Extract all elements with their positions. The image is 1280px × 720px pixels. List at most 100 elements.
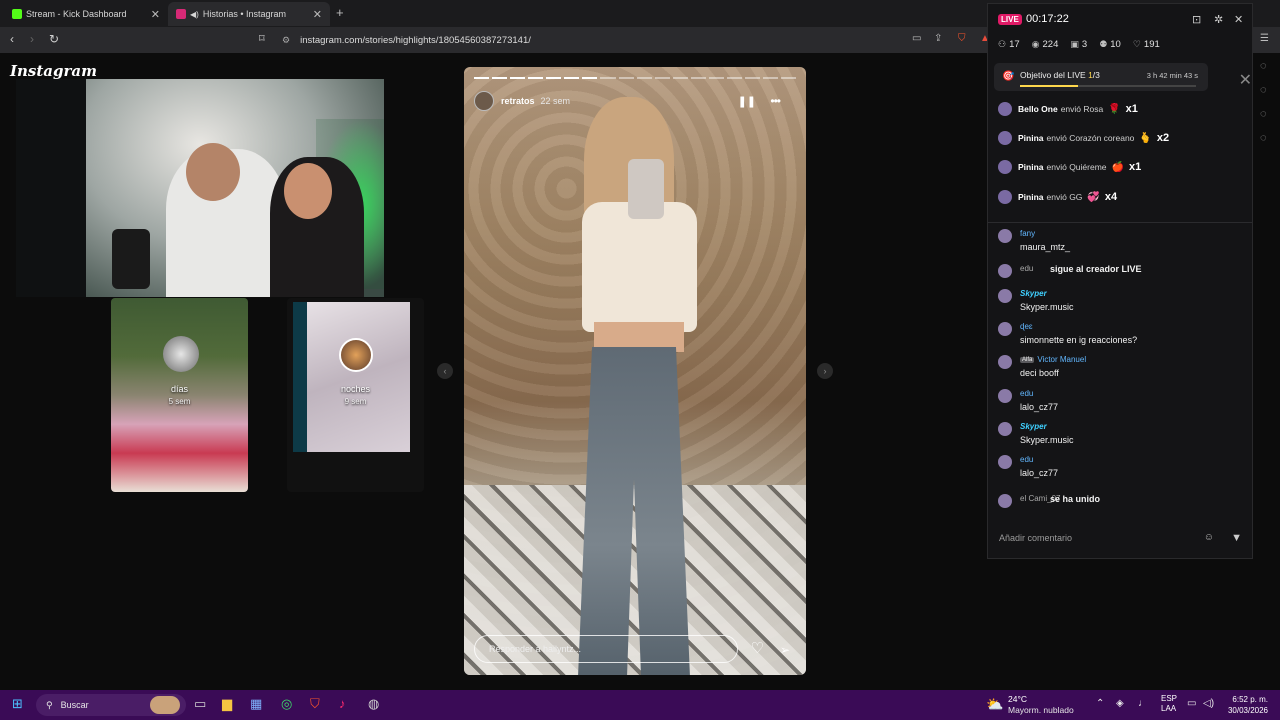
tiktok-icon[interactable]: ♪ bbox=[339, 696, 346, 711]
instagram-logo[interactable]: Instagram bbox=[10, 62, 97, 80]
chat-text: Skyper.music bbox=[1020, 435, 1074, 445]
close-story-icon[interactable]: ✕ bbox=[1239, 70, 1252, 90]
forward-icon[interactable]: › bbox=[30, 32, 34, 46]
kick-live-panel: LIVE 00:17:22 ⊡ ✲ ✕ ⚇ 17 ◉ 224 ▣ 3 ⚉ 10 ♡ 191… bbox=[987, 3, 1253, 559]
new-tab-icon[interactable]: + bbox=[336, 5, 344, 20]
language-indicator[interactable]: ESP LAA bbox=[1161, 694, 1177, 714]
microphone bbox=[112, 229, 150, 289]
highlight-dias[interactable]: días 5 sem bbox=[111, 298, 248, 492]
chat-username[interactable]: Skyper bbox=[1020, 289, 1047, 298]
chat-username[interactable]: edu bbox=[1020, 455, 1033, 464]
story-avatar[interactable] bbox=[474, 91, 494, 111]
pause-icon[interactable]: ❚❚ bbox=[738, 95, 756, 108]
microphone-icon[interactable]: ♩ bbox=[1138, 698, 1148, 709]
send-icon[interactable]: ➢ bbox=[780, 643, 790, 657]
like-heart-icon[interactable]: ♡ bbox=[751, 639, 764, 657]
windows-start-icon[interactable]: ⊞ bbox=[12, 696, 23, 712]
reply-input[interactable]: Responder a hailyntz... bbox=[474, 635, 738, 663]
emoji-icon[interactable]: ☺ bbox=[1204, 532, 1214, 543]
live-goal[interactable]: 🎯 Objetivo del LIVE 1/3 3 h 42 min 43 s bbox=[994, 63, 1208, 91]
chat-message: edu sigue al creador LIVE bbox=[998, 264, 1238, 278]
share-icon[interactable]: ⇪ bbox=[934, 33, 942, 44]
chat-username[interactable]: Skyper bbox=[1020, 422, 1047, 431]
avatar bbox=[998, 389, 1012, 403]
chat-username[interactable]: edu bbox=[1020, 264, 1033, 273]
chat-text: deci booff bbox=[1020, 368, 1059, 378]
reload-icon[interactable]: ↻ bbox=[49, 32, 59, 46]
taskbar-search[interactable]: ⚲ Buscar bbox=[36, 694, 186, 716]
goal-label: Objetivo del LIVE 1/3 bbox=[1020, 70, 1100, 80]
store-icon[interactable]: ▦ bbox=[250, 696, 262, 712]
task-view-icon[interactable]: ▭ bbox=[194, 696, 206, 712]
progress-segment bbox=[636, 77, 652, 79]
sidebar-icon-3[interactable]: ◌ bbox=[1260, 108, 1267, 120]
instagram-favicon-icon bbox=[176, 9, 186, 19]
close-panel-icon[interactable]: ✕ bbox=[1234, 13, 1243, 26]
gift-action: envió Rosa bbox=[1060, 104, 1104, 114]
next-story-button[interactable]: › bbox=[817, 363, 833, 379]
chat-message: edu lalo_cz77 bbox=[998, 389, 1238, 415]
file-explorer-icon[interactable]: ▆ bbox=[222, 696, 232, 712]
chat-text: lalo_cz77 bbox=[1020, 468, 1059, 478]
sidebar-icon-1[interactable]: ◌ bbox=[1260, 60, 1267, 72]
goal-progress-bar bbox=[1020, 85, 1196, 87]
app-icon[interactable]: ◍ bbox=[368, 696, 379, 712]
previous-story-button[interactable]: ‹ bbox=[437, 363, 453, 379]
progress-segment bbox=[618, 77, 634, 79]
sidebar-icon-2[interactable]: ◌ bbox=[1260, 84, 1267, 96]
chat-username[interactable]: Alfa Victor Manuel bbox=[1020, 355, 1086, 364]
whatsapp-icon[interactable]: ◎ bbox=[281, 696, 292, 712]
chat-username[interactable]: edu bbox=[1020, 389, 1033, 398]
chat-username[interactable]: ɖeɛ bbox=[1020, 322, 1033, 331]
close-tab-icon[interactable]: ✕ bbox=[313, 8, 322, 21]
story-username[interactable]: retratos bbox=[501, 96, 535, 106]
filter-icon[interactable]: ▼ bbox=[1231, 532, 1242, 544]
gift-user: Bello One bbox=[1018, 104, 1058, 114]
network-icon[interactable]: ▭ bbox=[1187, 698, 1196, 709]
bookmark-icon[interactable]: ⌑ bbox=[259, 32, 265, 45]
gift-action: envió GG bbox=[1046, 192, 1083, 202]
story-viewer[interactable]: retratos 22 sem ❚❚ ••• Responder a haily… bbox=[464, 67, 806, 675]
gift-item: Bello One envió Rosa 🌹 x1 bbox=[998, 100, 1138, 118]
address-bar[interactable]: ⚙ instagram.com/stories/highlights/18054… bbox=[282, 30, 972, 50]
sidebar-icon-4[interactable]: ◌ bbox=[1260, 132, 1267, 144]
progress-segment bbox=[726, 77, 742, 79]
settings-icon[interactable]: ✲ bbox=[1214, 13, 1223, 26]
tray-app-icon[interactable]: ◈ bbox=[1116, 698, 1124, 709]
tray-chevron-icon[interactable]: ⌃ bbox=[1096, 698, 1104, 709]
more-options-icon[interactable]: ••• bbox=[770, 94, 781, 108]
tab-kick-dashboard[interactable]: Stream - Kick Dashboard ✕ bbox=[4, 2, 168, 26]
volume-icon[interactable]: ◁) bbox=[1203, 698, 1214, 709]
speaker-icon[interactable]: ◀) bbox=[190, 10, 199, 19]
gift-count: x4 bbox=[1104, 191, 1118, 203]
gift-icon: 🫰 bbox=[1139, 132, 1152, 144]
menu-icon[interactable]: ☰ bbox=[1260, 33, 1269, 44]
chat-username[interactable]: fany bbox=[1020, 229, 1035, 238]
highlight-noches[interactable]: noches 9 sem bbox=[287, 298, 424, 492]
tab-instagram-stories[interactable]: ◀) Historias • Instagram ✕ bbox=[168, 2, 330, 26]
avatar bbox=[998, 264, 1012, 278]
clock-time: 6:52 p. m. bbox=[1232, 695, 1268, 704]
url-text: instagram.com/stories/highlights/1805456… bbox=[300, 34, 531, 46]
goal-progress-fill bbox=[1020, 85, 1079, 87]
site-info-icon[interactable]: ⚙ bbox=[282, 35, 290, 46]
likes-stat: ♡ 191 bbox=[1132, 39, 1160, 50]
chat-message: fany maura_mtz_ bbox=[998, 229, 1238, 255]
clock[interactable]: 6:52 p. m. 30/03/2026 bbox=[1220, 694, 1268, 716]
progress-segment bbox=[744, 77, 760, 79]
avatar bbox=[998, 190, 1012, 204]
brave-browser-icon[interactable]: ⛉ bbox=[310, 696, 320, 712]
lang-primary: ESP bbox=[1161, 694, 1178, 703]
close-tab-icon[interactable]: ✕ bbox=[151, 8, 160, 21]
taskbar: ⊞ ⚲ Buscar ▭ ▆ ▦ ◎ ⛉ ♪ ◍ ⛅ 24°C Mayorm. … bbox=[0, 690, 1280, 720]
lock-icon[interactable]: ⊡ bbox=[1192, 13, 1201, 26]
comment-input[interactable]: Añadir comentario ☺ bbox=[994, 525, 1218, 551]
gift-user: Pinina bbox=[1018, 162, 1044, 172]
avatar bbox=[998, 455, 1012, 469]
chat-text: lalo_cz77 bbox=[1020, 402, 1059, 412]
user-plus-icon: ⚉ bbox=[1099, 39, 1108, 49]
cast-icon[interactable]: ▭ bbox=[912, 33, 921, 44]
back-icon[interactable]: ‹ bbox=[10, 32, 14, 46]
brave-shield-icon[interactable]: ⛉ bbox=[958, 33, 966, 44]
tab-title: Stream - Kick Dashboard bbox=[26, 9, 127, 19]
